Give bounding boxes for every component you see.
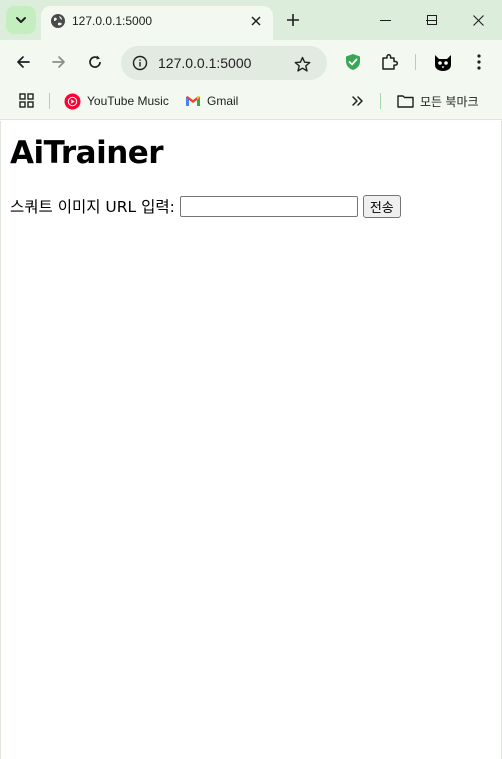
squat-image-form: 스쿼트 이미지 URL 입력: 전송 <box>10 194 401 218</box>
all-bookmarks-folder[interactable]: 모든 북마크 <box>397 90 479 112</box>
close-icon <box>251 16 261 26</box>
maximize-icon-wrapper <box>409 0 455 40</box>
reload-button[interactable] <box>82 49 108 75</box>
bookmark-star-button[interactable] <box>291 53 313 75</box>
arrow-left-icon <box>17 56 30 68</box>
star-icon <box>294 56 310 72</box>
close-window-button[interactable] <box>454 0 502 40</box>
bookmarks-divider <box>380 93 381 109</box>
maximize-icon <box>427 15 437 25</box>
new-tab-button[interactable] <box>281 8 305 32</box>
address-text: 127.0.0.1:5000 <box>158 55 252 71</box>
info-icon <box>132 55 148 71</box>
folder-icon <box>397 95 414 108</box>
profile-button[interactable] <box>430 49 456 75</box>
page-content: AiTrainer 스쿼트 이미지 URL 입력: 전송 <box>0 121 502 759</box>
extension-shield-button[interactable] <box>340 49 366 75</box>
apps-grid-icon[interactable] <box>18 92 36 110</box>
chevron-down-icon <box>16 17 26 23</box>
globe-icon <box>51 14 65 28</box>
tab-title: 127.0.0.1:5000 <box>72 14 153 28</box>
image-url-input[interactable] <box>179 195 358 217</box>
close-icon <box>472 14 484 26</box>
more-vertical-icon <box>477 54 481 70</box>
bookmark-youtube-music[interactable]: YouTube Music <box>64 90 169 112</box>
back-button[interactable] <box>10 49 36 75</box>
shield-check-icon <box>346 54 360 70</box>
bookmark-label: Gmail <box>207 94 239 108</box>
more-bookmarks-button[interactable] <box>349 92 367 110</box>
bookmarks-divider <box>49 93 50 109</box>
browser-menu-button[interactable] <box>466 49 492 75</box>
toolbar-divider <box>415 54 416 70</box>
reload-icon <box>89 55 101 68</box>
plus-icon <box>287 14 299 26</box>
extensions-button[interactable] <box>376 49 402 75</box>
browser-toolbar: 127.0.0.1:5000 <box>0 40 502 84</box>
puzzle-icon <box>382 53 398 70</box>
bookmark-gmail[interactable]: Gmail <box>185 90 238 112</box>
gmail-icon <box>186 96 200 106</box>
minimize-icon <box>379 19 391 21</box>
minimize-icon-wrapper <box>362 0 408 40</box>
tab-search-button[interactable] <box>6 6 36 34</box>
bookmarks-bar: YouTube Music Gmail 모든 북마크 <box>0 84 502 120</box>
all-bookmarks-label: 모든 북마크 <box>420 94 479 109</box>
cat-avatar-icon <box>435 55 451 71</box>
forward-button[interactable] <box>46 49 72 75</box>
tab-close-button[interactable] <box>247 12 265 30</box>
page-title: AiTrainer <box>10 135 164 171</box>
address-bar[interactable]: 127.0.0.1:5000 <box>121 46 327 80</box>
submit-button[interactable]: 전송 <box>362 194 401 218</box>
chevron-double-right-icon <box>352 96 363 106</box>
site-info-button[interactable] <box>129 52 151 74</box>
arrow-right-icon <box>52 56 65 68</box>
youtube-music-icon <box>64 93 81 109</box>
image-url-label: 스쿼트 이미지 URL 입력: <box>10 198 175 216</box>
browser-tab[interactable]: 127.0.0.1:5000 <box>41 6 273 40</box>
bookmark-label: YouTube Music <box>87 94 169 108</box>
